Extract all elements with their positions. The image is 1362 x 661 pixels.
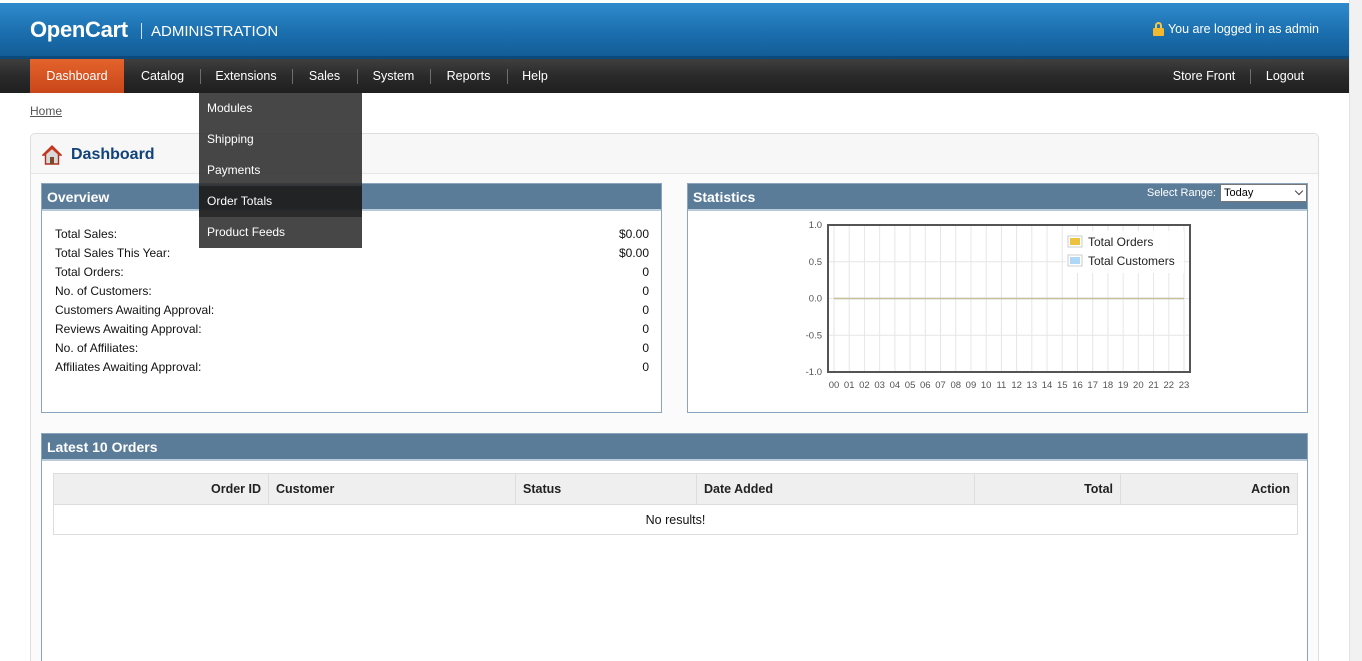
dropdown-item-shipping[interactable]: Shipping [199, 124, 362, 155]
menu-item-sales[interactable]: Sales [293, 59, 356, 93]
x-tick-label: 04 [890, 380, 901, 391]
overview-row: No. of Affiliates: 0 [55, 338, 649, 357]
x-tick-label: 00 [829, 380, 840, 391]
range-value: Today [1224, 187, 1254, 199]
x-tick-label: 06 [920, 380, 931, 391]
overview-value: 0 [642, 340, 649, 355]
y-tick-label: 0.0 [809, 294, 822, 305]
x-tick-label: 15 [1057, 380, 1068, 391]
breadcrumb-home[interactable]: Home [30, 104, 62, 118]
menu-item-system[interactable]: System [358, 59, 429, 93]
col-action: Action [1120, 473, 1298, 505]
overview-row: Affiliates Awaiting Approval: 0 [55, 357, 649, 376]
overview-row: Customers Awaiting Approval: 0 [55, 300, 649, 319]
x-tick-label: 11 [996, 380, 1006, 391]
overview-row: Total Orders: 0 [55, 262, 649, 281]
overview-row: No. of Customers: 0 [55, 281, 649, 300]
login-status: You are logged in as admin [1152, 22, 1319, 36]
col-total[interactable]: Total [974, 473, 1121, 505]
overview-value: 0 [642, 283, 649, 298]
overview-label: Reviews Awaiting Approval: [55, 321, 202, 336]
x-tick-label: 02 [859, 380, 870, 391]
header-bar: OpenCart ADMINISTRATION You are logged i… [0, 3, 1349, 59]
x-tick-label: 22 [1163, 380, 1174, 391]
menu-item-dashboard[interactable]: Dashboard [30, 59, 124, 93]
page-title: Dashboard [71, 146, 155, 163]
overview-label: Affiliates Awaiting Approval: [55, 359, 202, 374]
y-tick-label: 1.0 [809, 220, 822, 231]
extensions-dropdown: Modules Shipping Payments Order Totals P… [199, 93, 362, 248]
x-tick-label: 17 [1087, 380, 1098, 391]
dropdown-item-modules[interactable]: Modules [199, 93, 362, 124]
orders-header-row: Order ID Customer Status Date Added Tota… [53, 473, 1298, 505]
y-tick-label: 0.5 [809, 257, 822, 268]
x-tick-label: 10 [981, 380, 992, 391]
menu-item-store-front[interactable]: Store Front [1159, 59, 1249, 93]
menu-item-help[interactable]: Help [508, 59, 562, 93]
page-scrollbar[interactable] [1349, 0, 1362, 661]
orders-table: Order ID Customer Status Date Added Tota… [53, 473, 1298, 535]
menu-item-catalog[interactable]: Catalog [126, 59, 199, 93]
menu-item-reports[interactable]: Reports [431, 59, 506, 93]
statistics-panel: Statistics Select Range: Today 1.0 0.5 0.0… [687, 183, 1308, 413]
dropdown-item-order-totals[interactable]: Order Totals [199, 186, 362, 217]
overview-value: 0 [642, 359, 649, 374]
y-tick-label: -1.0 [806, 367, 822, 378]
x-tick-label: 16 [1072, 380, 1083, 391]
dropdown-item-payments[interactable]: Payments [199, 155, 362, 186]
overview-value: 0 [642, 302, 649, 317]
x-tick-label: 12 [1011, 380, 1022, 391]
latest-orders-panel: Latest 10 Orders Order ID Customer Statu… [41, 433, 1308, 661]
x-tick-label: 07 [935, 380, 946, 391]
range-selector: Select Range: Today [1147, 184, 1307, 202]
overview-label: No. of Affiliates: [55, 340, 139, 355]
overview-label: Total Orders: [55, 264, 124, 279]
x-tick-label: 19 [1118, 380, 1129, 391]
dropdown-item-product-feeds[interactable]: Product Feeds [199, 217, 362, 248]
x-tick-label: 23 [1179, 380, 1190, 391]
y-tick-label: -0.5 [806, 330, 822, 341]
lock-icon [1152, 22, 1164, 36]
legend-label: Total Customers [1088, 254, 1175, 268]
x-tick-label: 20 [1133, 380, 1144, 391]
x-tick-label: 13 [1027, 380, 1038, 391]
x-tick-label: 21 [1148, 380, 1159, 391]
legend-label: Total Orders [1088, 235, 1153, 249]
legend-swatch [1070, 257, 1080, 264]
x-tick-label: 05 [905, 380, 916, 391]
x-tick-label: 03 [874, 380, 885, 391]
col-status[interactable]: Status [515, 473, 697, 505]
no-results-text: No results! [53, 504, 1298, 535]
header-divider [141, 23, 142, 39]
overview-value: $0.00 [618, 245, 649, 260]
login-text: You are logged in as admin [1167, 22, 1319, 36]
home-icon [42, 145, 62, 165]
col-order-id[interactable]: Order ID [53, 473, 269, 505]
range-label: Select Range: [1146, 187, 1216, 199]
overview-label: No. of Customers: [55, 283, 152, 298]
overview-value: $0.00 [618, 226, 649, 241]
col-date-added[interactable]: Date Added [696, 473, 975, 505]
x-tick-label: 01 [844, 380, 855, 391]
range-select[interactable]: Today [1220, 184, 1307, 202]
main-menu: Dashboard Catalog Extensions Sales Syste… [0, 59, 1349, 93]
orders-title: Latest 10 Orders [42, 434, 1307, 461]
menu-item-extensions[interactable]: Extensions [201, 59, 291, 93]
menu-item-logout[interactable]: Logout [1251, 59, 1319, 93]
legend-swatch [1070, 238, 1080, 245]
admin-title: ADMINISTRATION [151, 23, 279, 40]
overview-value: 0 [642, 264, 649, 279]
x-tick-label: 18 [1103, 380, 1114, 391]
col-customer[interactable]: Customer [268, 473, 516, 505]
chevron-down-icon [1294, 186, 1304, 196]
overview-label: Customers Awaiting Approval: [55, 302, 215, 317]
statistics-chart: 1.0 0.5 0.0 -0.5 -1.0 00 01 02 03 04 05 06 07 08 09 10 1… [806, 220, 1191, 391]
overview-value: 0 [642, 321, 649, 336]
x-tick-label: 09 [966, 380, 977, 391]
overview-row: Reviews Awaiting Approval: 0 [55, 319, 649, 338]
table-row: No results! [53, 504, 1298, 535]
x-tick-label: 08 [950, 380, 961, 391]
opencart-logo[interactable]: OpenCart [30, 17, 128, 43]
x-tick-label: 14 [1042, 380, 1053, 391]
